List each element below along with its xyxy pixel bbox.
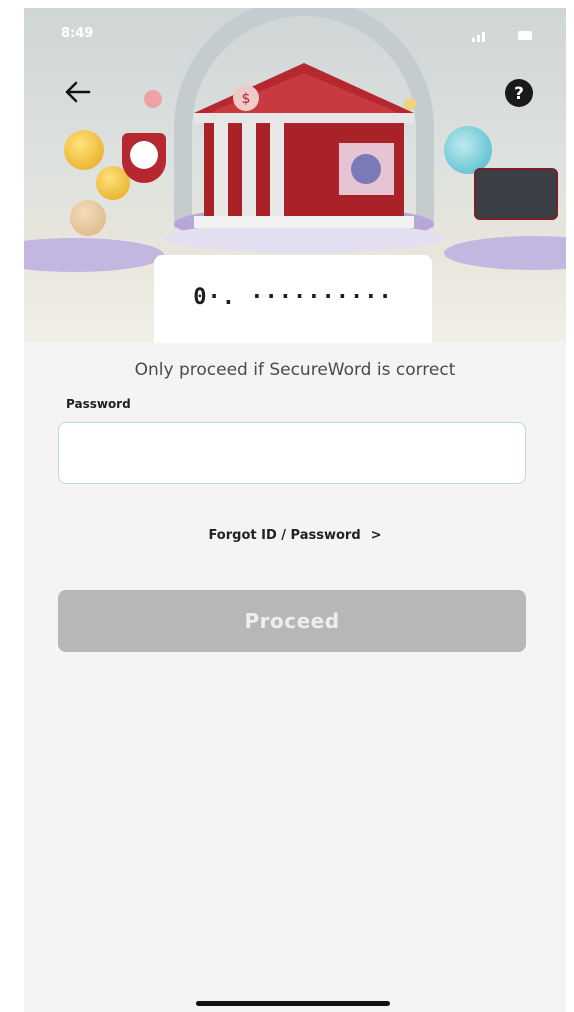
svg-text:$: $ xyxy=(242,91,251,107)
login-screen: $ 8:49 ? 0·. ·········· Only proceed if … xyxy=(24,8,566,1012)
svg-text:?: ? xyxy=(514,84,524,104)
forgot-id-password-link[interactable]: Forgot ID / Password > xyxy=(24,528,566,543)
home-indicator[interactable] xyxy=(196,1001,390,1006)
secure-word-text: 0·. ·········· xyxy=(193,285,393,310)
password-input[interactable] xyxy=(58,422,526,484)
shield-check-icon xyxy=(122,133,166,183)
secure-word-box: 0·. ·········· xyxy=(154,255,432,343)
forgot-link-label: Forgot ID / Password xyxy=(208,528,361,543)
bubble-decoration xyxy=(144,90,162,108)
ring-decoration xyxy=(444,236,566,270)
coin-icon xyxy=(70,200,106,236)
bank-building-icon: $ xyxy=(194,63,414,228)
ring-decoration xyxy=(24,238,164,272)
password-label: Password xyxy=(66,397,131,411)
back-arrow-icon[interactable] xyxy=(62,76,94,108)
secure-word-note: Only proceed if SecureWord is correct xyxy=(134,360,456,380)
status-time: 8:49 xyxy=(61,26,94,41)
globe-icon xyxy=(444,126,492,174)
status-indicators xyxy=(472,30,532,42)
chevron-right-icon: > xyxy=(370,528,382,543)
help-icon[interactable]: ? xyxy=(504,78,534,108)
bubble-decoration xyxy=(404,98,416,110)
credit-card-icon xyxy=(474,168,558,220)
coin-icon xyxy=(64,130,104,170)
proceed-button[interactable]: Proceed xyxy=(58,590,526,652)
